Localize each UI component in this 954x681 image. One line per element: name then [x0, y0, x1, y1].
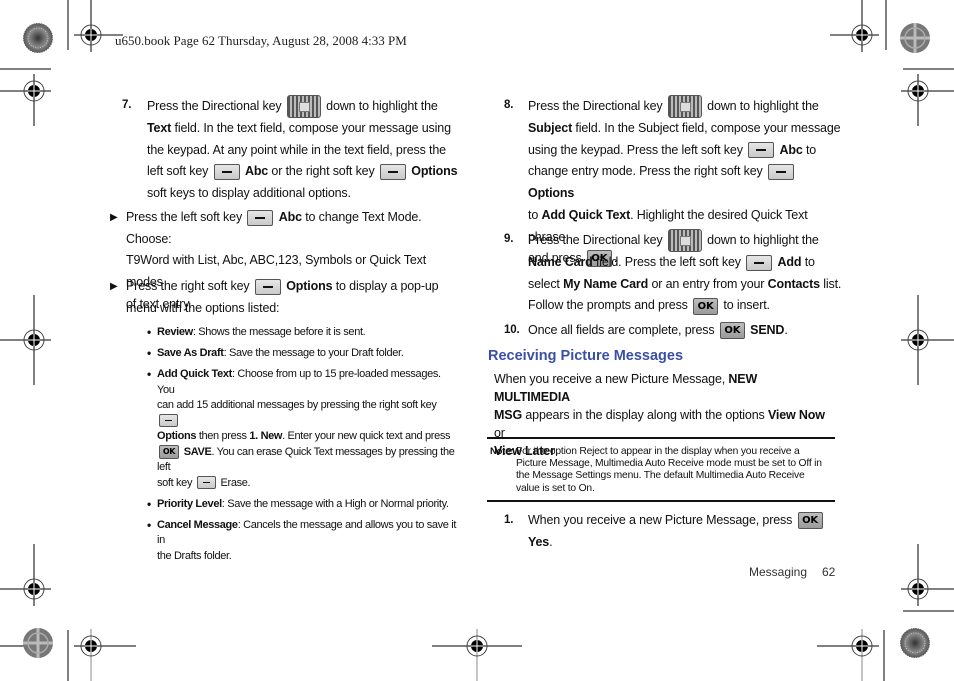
- directional-key-icon: [286, 95, 321, 118]
- directional-key-icon: [667, 95, 702, 118]
- step-1: 1. When you receive a new Picture Messag…: [504, 510, 844, 553]
- step-9: 9. Press the Directional key down to hig…: [504, 229, 844, 317]
- note-bottom-rule: [487, 500, 835, 502]
- step-number: 7.: [122, 99, 132, 111]
- ok-key-icon: OK: [797, 512, 823, 530]
- left-soft-key-icon: [247, 209, 274, 226]
- option-review: • Review: Shows the message before it is…: [147, 325, 366, 339]
- right-soft-key-icon: [767, 164, 794, 181]
- option-add-quick-text: • Add Quick Text: Choose from up to 15 p…: [147, 367, 455, 490]
- right-soft-key-icon: [379, 164, 406, 181]
- step-number: 1.: [504, 514, 514, 526]
- right-soft-key-icon: [159, 414, 178, 428]
- left-soft-key-icon: [748, 142, 775, 159]
- triangle-bullet-icon: ▶: [110, 212, 118, 223]
- step-number: 10.: [504, 324, 520, 336]
- ok-key-icon: OK: [159, 444, 179, 459]
- left-soft-key-icon: [196, 476, 216, 490]
- section-heading: Receiving Picture Messages: [488, 348, 684, 364]
- ok-key-icon: OK: [693, 297, 719, 315]
- options-list: • Review: Shows the message before it is…: [147, 325, 457, 564]
- note-label: Note:: [490, 446, 514, 457]
- page-number: 62: [822, 565, 836, 579]
- note-box: Note: For the option Reject to appear in…: [490, 446, 822, 494]
- print-header: u650.book Page 62 Thursday, August 28, 2…: [115, 33, 407, 48]
- arrow-item-options: ▶ Press the right soft key Options to di…: [110, 276, 462, 319]
- step-number: 9.: [504, 233, 514, 245]
- starburst-target: [22, 22, 54, 54]
- option-priority-level: • Priority Level: Save the message with …: [147, 496, 449, 511]
- right-soft-key-icon: [254, 278, 281, 295]
- left-soft-key-icon: [213, 164, 240, 181]
- directional-key-icon: [667, 229, 702, 252]
- left-soft-key-icon: [746, 254, 773, 271]
- triangle-bullet-icon: ▶: [110, 281, 118, 292]
- ok-key-icon: OK: [719, 322, 745, 340]
- footer-section: Messaging: [749, 565, 808, 579]
- option-cancel-message: • Cancel Message: Cancels the message an…: [147, 517, 457, 562]
- step-7: 7. Press the Directional key down to hig…: [122, 95, 462, 205]
- step-10: 10. Once all fields are complete, press …: [504, 320, 844, 342]
- option-save-as-draft: • Save As Draft: Save the message to you…: [147, 346, 404, 360]
- note-top-rule: [487, 437, 835, 439]
- step-number: 8.: [504, 99, 514, 111]
